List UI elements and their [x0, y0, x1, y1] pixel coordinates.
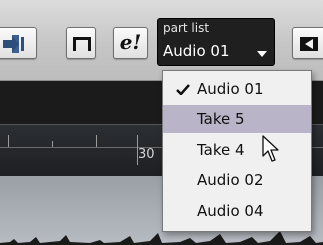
ruler-bar-number: 30 [138, 147, 155, 162]
edit-active-part-button[interactable]: e! [113, 27, 148, 59]
part-list-value: Audio 01 [163, 42, 230, 60]
ruler-tick [52, 141, 53, 147]
window-layout-button[interactable] [66, 27, 96, 59]
menu-item-take-5[interactable]: Take 5 [163, 105, 311, 133]
part-list-selector[interactable]: part list Audio 01 [157, 18, 275, 66]
split-icon [3, 35, 24, 53]
menu-item-label: Audio 01 [197, 80, 264, 98]
mouse-pointer-icon [262, 135, 279, 162]
menu-item-take-4[interactable]: Take 4 [163, 136, 311, 164]
toolbar: e! part list Audio 01 [0, 0, 323, 81]
menu-item-audio-04[interactable]: Audio 04 [163, 197, 311, 225]
menu-item-label: Audio 04 [197, 202, 264, 220]
part-list-label: part list [163, 21, 210, 35]
menu-item-label: Take 4 [197, 141, 245, 159]
menu-item-label: Take 5 [197, 110, 245, 128]
menu-item-audio-01[interactable]: Audio 01 [163, 75, 311, 103]
chevron-down-icon [257, 51, 267, 57]
ruler-tick [8, 135, 9, 147]
menu-item-audio-02[interactable]: Audio 02 [163, 166, 311, 194]
checkmark-icon [176, 84, 190, 95]
window-icon [73, 37, 91, 51]
next-arrow-icon [300, 37, 318, 51]
part-list-menu: Audio 01 Take 5 Take 4 Audio 02 Audio 04 [162, 70, 312, 232]
menu-item-label: Audio 02 [197, 171, 264, 189]
next-part-button[interactable] [292, 27, 323, 59]
edit-glyph: e! [119, 30, 142, 54]
split-tool-button[interactable] [0, 27, 37, 59]
ruler-tick [96, 135, 97, 147]
